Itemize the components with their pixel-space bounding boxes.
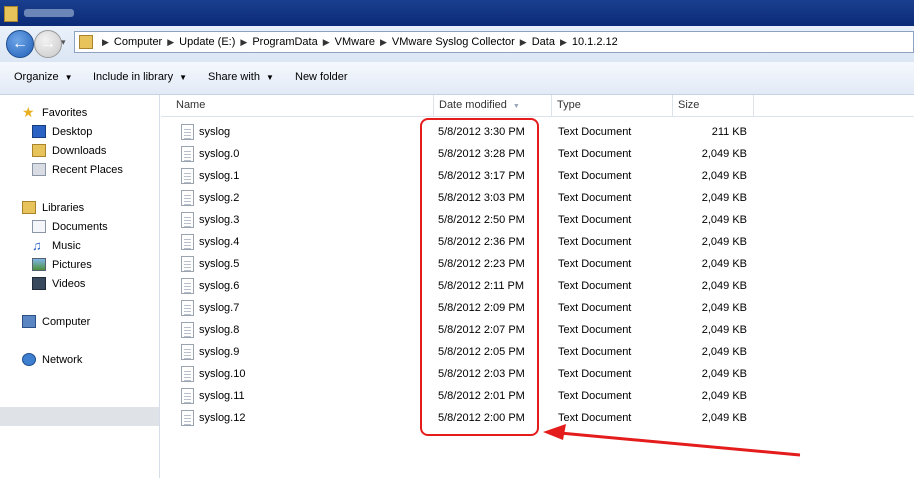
- annotation-arrow-shaft: [559, 431, 801, 457]
- annotation-arrow: [543, 424, 801, 457]
- annotation-arrow-head: [543, 424, 566, 440]
